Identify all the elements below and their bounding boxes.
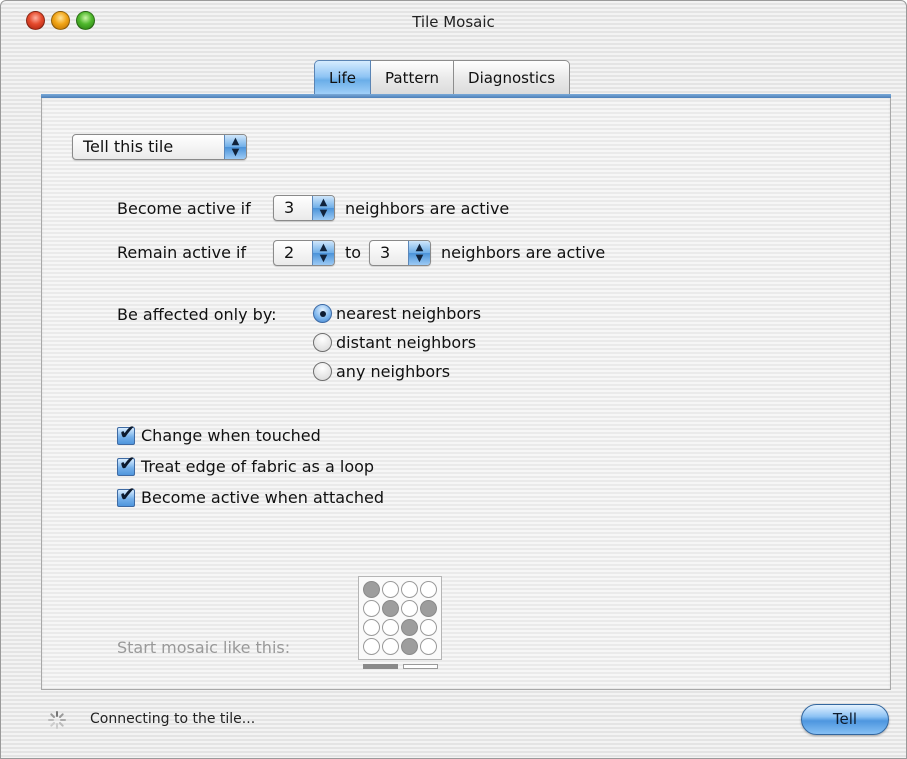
checkmark-icon: ✔ [119, 419, 136, 444]
tab-life[interactable]: Life [314, 60, 372, 96]
become-active-label: Become active if [117, 199, 251, 218]
remain-min-value: 2 [284, 243, 295, 262]
radio-label: any neighbors [336, 362, 451, 381]
become-count-value: 3 [284, 198, 295, 217]
remain-active-label: Remain active if [117, 243, 247, 262]
status-text: Connecting to the tile... [90, 711, 256, 727]
updown-arrows-icon: ▲ ▼ [312, 241, 334, 265]
remain-active-suffix: neighbors are active [441, 243, 606, 262]
checkbox[interactable]: ✔ [117, 422, 136, 445]
mosaic-cell[interactable] [362, 580, 380, 598]
radio-label: distant neighbors [336, 333, 477, 352]
checkmark-icon: ✔ [119, 481, 136, 506]
radio-nearest-neighbors[interactable]: nearest neighbors [313, 304, 481, 323]
remain-to-label: to [345, 243, 362, 262]
updown-arrows-icon: ▲ ▼ [224, 135, 246, 159]
checkbox-label: Change when touched [141, 426, 321, 445]
check-active-when-attached[interactable]: ✔ Become active when attached [117, 484, 385, 507]
mosaic-cell[interactable] [362, 619, 380, 637]
mosaic-next-page-bar[interactable] [403, 664, 438, 669]
radio-button[interactable] [313, 333, 332, 352]
remain-max-popup[interactable]: 3 ▲ ▼ [369, 240, 431, 266]
radio-label: nearest neighbors [336, 304, 482, 323]
mosaic-cell[interactable] [362, 599, 380, 617]
become-count-popup[interactable]: 3 ▲ ▼ [273, 195, 335, 221]
mosaic-cell[interactable] [401, 619, 419, 637]
become-active-suffix: neighbors are active [345, 199, 510, 218]
start-mosaic-label: Start mosaic like this: [117, 638, 291, 657]
mosaic-cell[interactable] [401, 638, 419, 656]
mosaic-prev-page-bar[interactable] [363, 664, 398, 669]
checkbox-label: Become active when attached [141, 488, 385, 507]
radio-button[interactable] [313, 362, 332, 381]
remain-min-popup[interactable]: 2 ▲ ▼ [273, 240, 335, 266]
updown-arrows-icon: ▲ ▼ [408, 241, 430, 265]
tab-pattern[interactable]: Pattern [371, 60, 455, 96]
mosaic-cell[interactable] [362, 638, 380, 656]
check-edge-as-loop[interactable]: ✔ Treat edge of fabric as a loop [117, 453, 375, 476]
tell-button[interactable]: Tell [801, 704, 889, 735]
mosaic-cell[interactable] [381, 599, 399, 617]
life-panel [41, 98, 891, 690]
mosaic-cell[interactable] [420, 638, 438, 656]
target-popup[interactable]: Tell this tile ▲ ▼ [72, 134, 247, 160]
checkbox[interactable]: ✔ [117, 453, 136, 476]
remain-max-value: 3 [380, 243, 391, 262]
radio-button[interactable] [313, 304, 332, 323]
window: Tile Mosaic Life Pattern Diagnostics Tel… [0, 0, 907, 759]
checkbox[interactable]: ✔ [117, 484, 136, 507]
mosaic-cell[interactable] [401, 599, 419, 617]
checkbox-label: Treat edge of fabric as a loop [141, 457, 375, 476]
window-title: Tile Mosaic [412, 13, 495, 31]
mosaic-cell[interactable] [420, 580, 438, 598]
mosaic-cell[interactable] [381, 638, 399, 656]
target-popup-value: Tell this tile [83, 137, 174, 156]
title-bar[interactable]: Tile Mosaic [1, 1, 906, 41]
tab-bar: Life Pattern Diagnostics [314, 60, 571, 96]
mosaic-cell[interactable] [420, 619, 438, 637]
checkmark-icon: ✔ [119, 450, 136, 475]
affected-by-label: Be affected only by: [117, 305, 277, 324]
progress-spinner-icon [48, 711, 66, 729]
mosaic-cell[interactable] [420, 599, 438, 617]
mosaic-cell[interactable] [381, 580, 399, 598]
tab-diagnostics[interactable]: Diagnostics [454, 60, 571, 96]
radio-any-neighbors[interactable]: any neighbors [313, 362, 450, 381]
mosaic-preview-grid[interactable] [358, 576, 442, 660]
mosaic-cell[interactable] [381, 619, 399, 637]
updown-arrows-icon: ▲ ▼ [312, 196, 334, 220]
check-change-when-touched[interactable]: ✔ Change when touched [117, 422, 321, 445]
mosaic-cell[interactable] [401, 580, 419, 598]
radio-distant-neighbors[interactable]: distant neighbors [313, 333, 476, 352]
